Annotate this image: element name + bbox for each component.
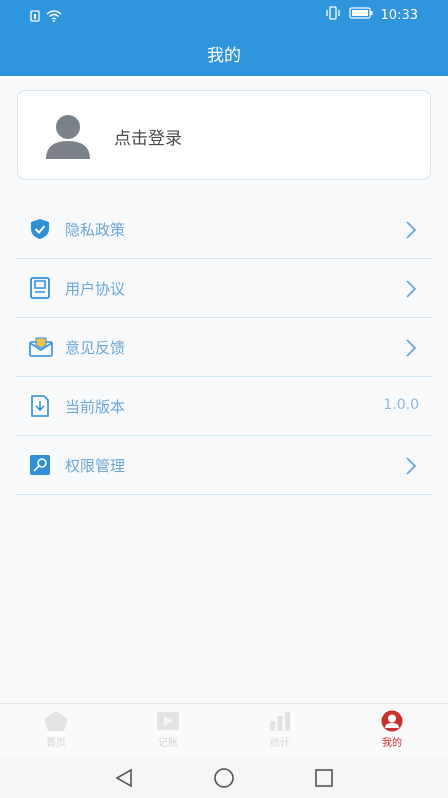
mail-icon <box>29 336 53 358</box>
menu-item-feedback[interactable]: 意见反馈 <box>17 318 431 377</box>
ledger-icon <box>155 710 181 732</box>
chevron-right-icon <box>405 279 417 299</box>
home-circle-icon[interactable] <box>213 767 235 789</box>
menu-label: 权限管理 <box>65 457 126 475</box>
document-icon <box>29 277 51 299</box>
page-header: 我的 <box>0 30 448 76</box>
recents-icon[interactable] <box>313 767 335 789</box>
menu-label: 隐私政策 <box>65 221 126 239</box>
page-title: 我的 <box>207 45 241 66</box>
chevron-right-icon <box>405 456 417 476</box>
tab-label: 统计 <box>270 738 290 749</box>
download-document-icon <box>29 395 51 417</box>
chevron-right-icon <box>405 338 417 358</box>
tab-home[interactable]: 首页 <box>16 710 96 749</box>
login-card[interactable]: 点击登录 <box>17 90 431 180</box>
tab-ledger[interactable]: 记账 <box>128 710 208 749</box>
battery-icon <box>348 7 373 23</box>
menu-label: 当前版本 <box>65 398 126 416</box>
login-label: 点击登录 <box>114 129 182 149</box>
wifi-icon <box>46 7 62 26</box>
key-icon <box>29 454 51 476</box>
back-icon[interactable] <box>113 767 135 789</box>
version-value: 1.0.0 <box>383 397 419 413</box>
vibrate-icon <box>325 6 341 24</box>
shield-check-icon <box>29 218 51 240</box>
tab-statistics[interactable]: 统计 <box>240 710 320 749</box>
avatar-icon <box>44 113 92 159</box>
home-icon <box>43 710 69 732</box>
tab-label: 我的 <box>382 738 402 749</box>
bottom-tab-bar: 首页 记账 统计 我的 <box>0 703 448 758</box>
user-icon <box>379 710 405 732</box>
status-bar: 10:33 <box>0 0 448 30</box>
sim-icon <box>30 7 40 26</box>
menu-item-privacy-policy[interactable]: 隐私政策 <box>17 200 431 259</box>
tab-mine[interactable]: 我的 <box>352 710 432 749</box>
menu-item-version: 当前版本 1.0.0 <box>17 377 431 436</box>
system-nav-bar <box>0 757 448 798</box>
tab-label: 记账 <box>158 738 178 749</box>
menu-label: 意见反馈 <box>65 339 126 357</box>
status-time: 10:33 <box>380 7 418 23</box>
menu-label: 用户协议 <box>65 280 126 298</box>
bar-chart-icon <box>267 710 293 732</box>
tab-label: 首页 <box>46 738 66 749</box>
menu-item-user-agreement[interactable]: 用户协议 <box>17 259 431 318</box>
menu-item-permissions[interactable]: 权限管理 <box>17 436 431 495</box>
status-right: 10:33 <box>325 6 418 24</box>
status-left <box>30 7 62 26</box>
settings-menu: 隐私政策 用户协议 意见反馈 当前版本 1.0.0 权限管理 <box>17 200 431 495</box>
chevron-right-icon <box>405 220 417 240</box>
